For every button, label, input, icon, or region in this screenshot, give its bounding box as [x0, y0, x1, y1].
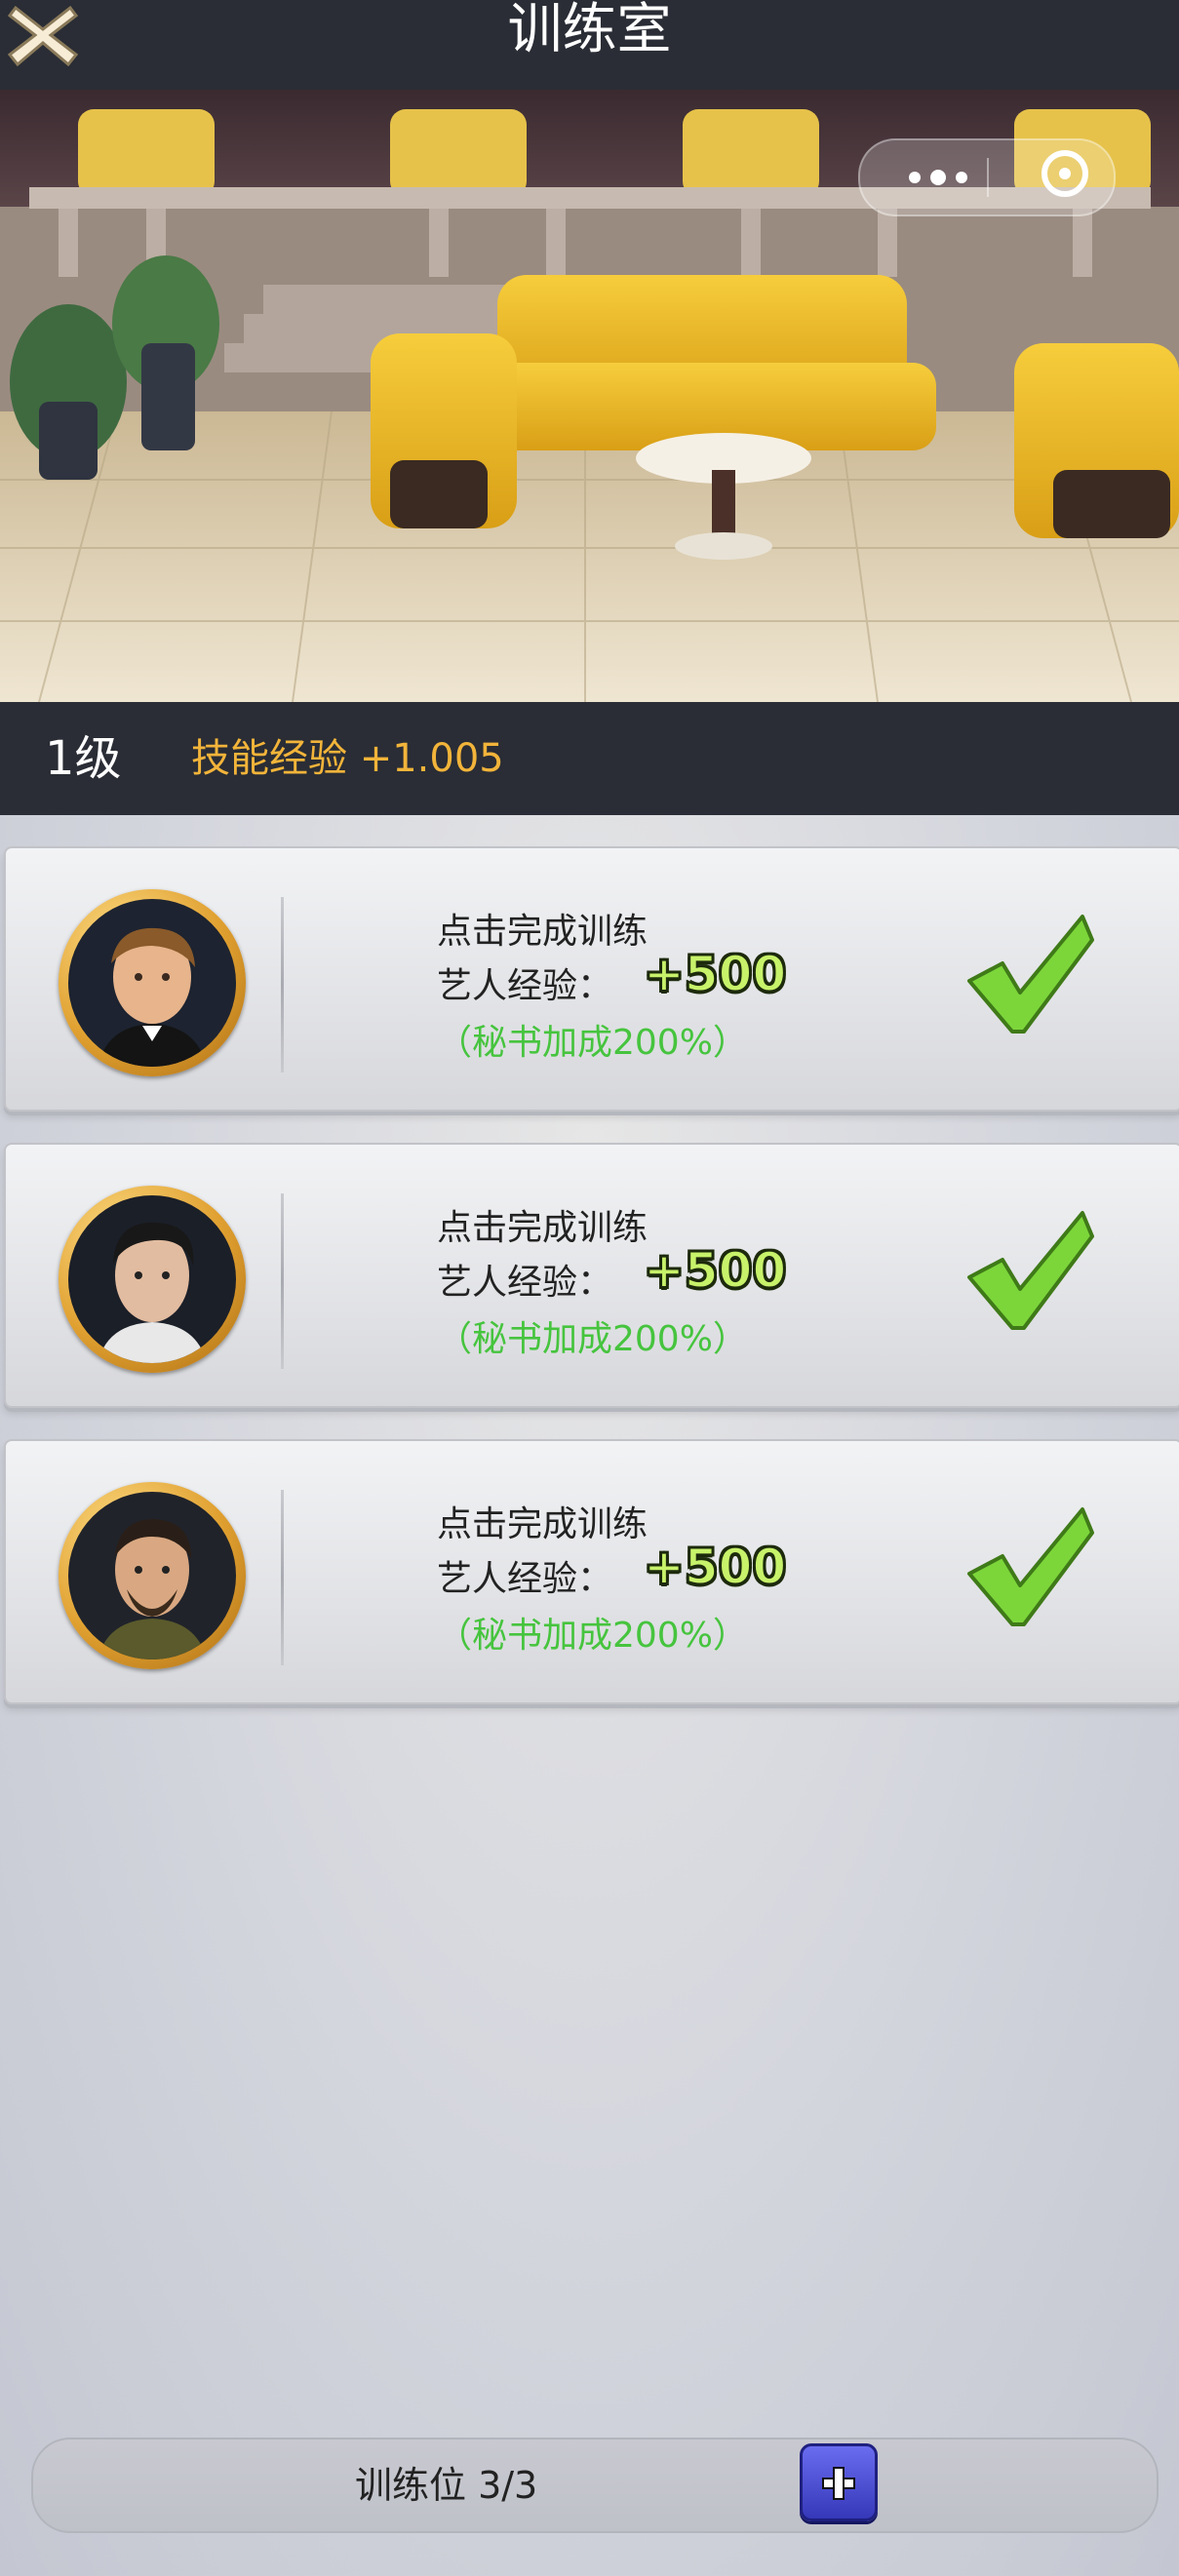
artist-avatar — [59, 889, 246, 1076]
finish-training-hint: 点击完成训练 — [437, 912, 648, 952]
secretary-bonus: （秘书加成200%） — [437, 1319, 748, 1359]
artist-exp-value: +500 — [643, 1241, 787, 1300]
card-divider — [281, 1490, 284, 1665]
add-slot-button[interactable] — [800, 2443, 878, 2521]
artist-exp-label: 艺人经验： — [437, 1263, 613, 1303]
artist-portrait-icon — [68, 899, 236, 1067]
more-dot-icon[interactable] — [909, 172, 921, 183]
top-bar: 训练室 — [0, 0, 1179, 90]
trainee-card[interactable]: 点击完成训练 艺人经验： +500 （秘书加成200%） — [4, 1143, 1179, 1408]
artist-avatar — [59, 1186, 246, 1373]
close-target-icon[interactable] — [1041, 150, 1088, 197]
training-room-scene — [0, 90, 1179, 702]
artist-portrait-icon — [68, 1195, 236, 1363]
room-level: 1级 — [45, 731, 122, 786]
trainee-card[interactable]: 点击完成训练 艺人经验： +500 （秘书加成200%） — [4, 1439, 1179, 1704]
finish-training-hint: 点击完成训练 — [437, 1208, 648, 1248]
secretary-bonus: （秘书加成200%） — [437, 1023, 748, 1063]
artist-avatar — [59, 1482, 246, 1669]
skill-exp-bonus: 技能经验 +1.005 — [191, 736, 504, 781]
artist-portrait-icon — [68, 1492, 236, 1659]
artist-exp-value: +500 — [643, 945, 787, 1003]
card-divider — [281, 897, 284, 1073]
checkmark-icon[interactable] — [963, 1503, 1096, 1630]
secretary-bonus: （秘书加成200%） — [437, 1616, 748, 1656]
artist-exp-label: 艺人经验： — [437, 966, 613, 1006]
checkmark-icon[interactable] — [963, 911, 1096, 1037]
artist-exp-label: 艺人经验： — [437, 1559, 613, 1599]
capsule-divider — [987, 158, 989, 197]
more-dot-icon[interactable] — [930, 170, 946, 185]
mini-program-capsule — [858, 138, 1116, 216]
training-slots-bar: 训练位 3/3 — [31, 2438, 1159, 2533]
page-title: 训练室 — [507, 0, 672, 61]
training-slots-count: 训练位 3/3 — [355, 2464, 538, 2507]
card-divider — [281, 1193, 284, 1369]
checkmark-icon[interactable] — [963, 1207, 1096, 1334]
room-info-bar: 1级 技能经验 +1.005 — [0, 702, 1179, 815]
trainee-card[interactable]: 点击完成训练 艺人经验： +500 （秘书加成200%） — [4, 846, 1179, 1112]
more-dot-icon[interactable] — [956, 172, 967, 183]
artist-exp-value: +500 — [643, 1538, 787, 1596]
finish-training-hint: 点击完成训练 — [437, 1504, 648, 1544]
